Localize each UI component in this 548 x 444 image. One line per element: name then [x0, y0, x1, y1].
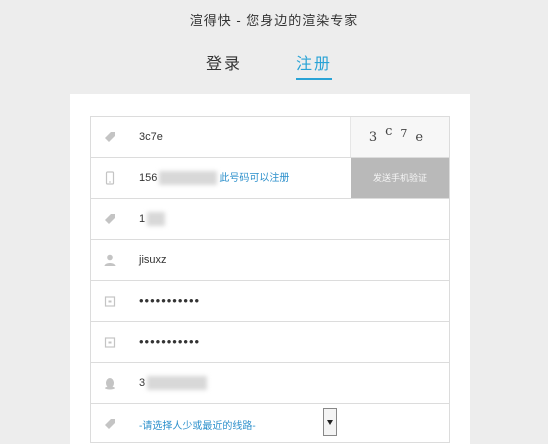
username-input[interactable]: jisuxz	[139, 240, 167, 280]
code-input[interactable]: 1	[139, 199, 166, 239]
code-blurred	[147, 212, 166, 227]
phone-icon	[91, 158, 129, 198]
register-form: 3c7e 3 c 7 e 156 此号码可以注册 发送手机验证 1 jisuxz…	[90, 116, 450, 443]
tag-icon	[91, 404, 129, 444]
qq-prefix: 3	[139, 377, 146, 389]
site-tagline: 渲得快 - 您身边的渲染专家	[189, 13, 359, 28]
lock-icon	[91, 281, 129, 321]
send-code-button[interactable]: 发送手机验证	[351, 158, 449, 198]
password-input[interactable]: •••••••••••	[139, 281, 200, 321]
line-select[interactable]: -请选择人少或最近的线路-	[139, 408, 337, 436]
tab-login[interactable]: 登录	[206, 50, 242, 74]
captcha-char: 3	[368, 129, 386, 145]
password-confirm-row: •••••••••••	[90, 321, 450, 362]
username-row: jisuxz	[90, 239, 450, 280]
captcha-char: 7	[400, 126, 416, 140]
tag-icon	[91, 117, 129, 157]
phone-row: 156 此号码可以注册 发送手机验证	[90, 157, 450, 198]
code-prefix: 1	[139, 213, 146, 225]
qq-icon	[91, 363, 129, 403]
code-row: 1	[90, 198, 450, 239]
phone-prefix: 156	[139, 172, 158, 184]
register-page: 渲得快 - 您身边的渲染专家 登录 注册 3c7e 3 c 7 e 156 此号…	[0, 0, 548, 444]
qq-blurred	[147, 376, 208, 391]
line-select-value: -请选择人少或最近的线路-	[139, 420, 256, 432]
captcha-char: c	[385, 123, 401, 139]
auth-tabs: 登录 注册	[0, 50, 548, 80]
qq-row: 3	[90, 362, 450, 403]
captcha-row: 3c7e 3 c 7 e	[90, 116, 450, 157]
captcha-input[interactable]: 3c7e	[139, 117, 163, 157]
captcha-image[interactable]: 3 c 7 e	[350, 117, 449, 157]
user-icon	[91, 240, 129, 280]
phone-input[interactable]: 156 此号码可以注册	[139, 158, 289, 198]
password-confirm-input[interactable]: •••••••••••	[139, 322, 200, 362]
password-row: •••••••••••	[90, 280, 450, 321]
tag-icon	[91, 199, 129, 239]
phone-blurred	[159, 171, 218, 186]
tab-register[interactable]: 注册	[296, 50, 333, 80]
qq-input[interactable]: 3	[139, 363, 208, 403]
lock-icon	[91, 322, 129, 362]
captcha-char: e	[415, 129, 432, 145]
register-card: 3c7e 3 c 7 e 156 此号码可以注册 发送手机验证 1 jisuxz…	[70, 94, 470, 444]
phone-hint: 此号码可以注册	[219, 173, 290, 184]
chevron-down-icon[interactable]	[323, 408, 337, 436]
line-select-row: -请选择人少或最近的线路-	[90, 403, 450, 443]
